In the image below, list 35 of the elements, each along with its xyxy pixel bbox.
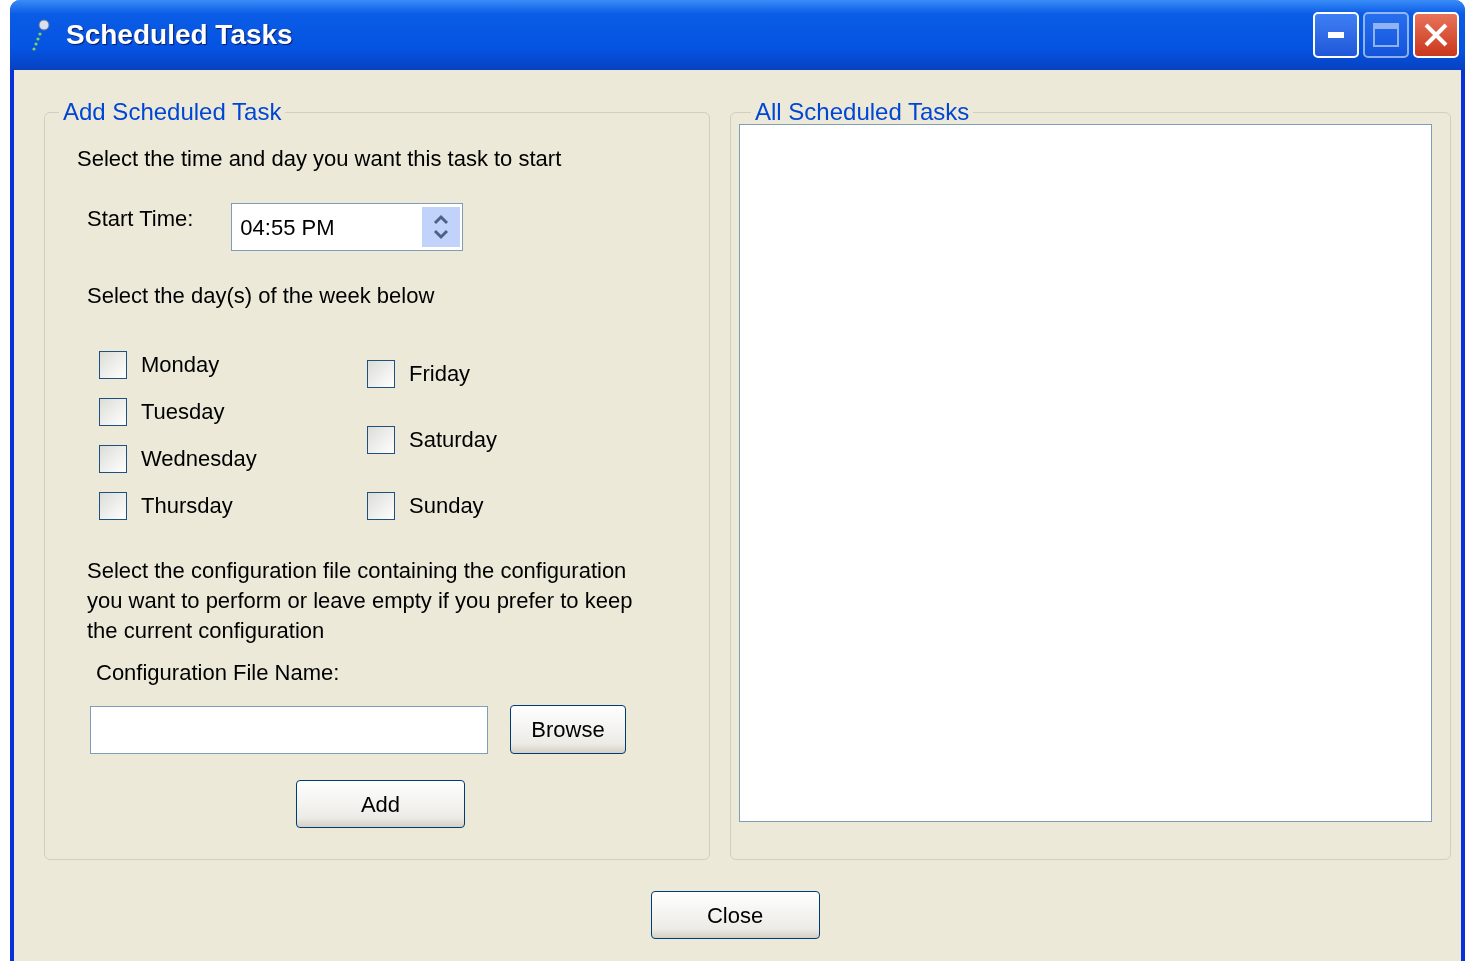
close-window-button[interactable] bbox=[1413, 12, 1459, 58]
add-button[interactable]: Add bbox=[296, 780, 465, 828]
checkbox[interactable] bbox=[367, 359, 395, 388]
window-title: Scheduled Tasks bbox=[66, 18, 293, 52]
wand-icon bbox=[30, 18, 52, 52]
checkbox[interactable] bbox=[99, 444, 127, 473]
field-label: Start Time: bbox=[87, 204, 194, 233]
maximize-button[interactable] bbox=[1363, 12, 1409, 58]
checkbox-label: Sunday bbox=[409, 492, 484, 520]
instruction-text: Select the day(s) of the week below bbox=[87, 282, 436, 310]
instruction-text: Select the time and day you want this task to start bbox=[77, 145, 563, 173]
checkbox-label: Saturday bbox=[409, 426, 498, 454]
panel-title: All Scheduled Tasks bbox=[754, 100, 971, 124]
checkbox-label: Monday bbox=[141, 351, 220, 379]
browse-button[interactable]: Browse bbox=[510, 705, 626, 754]
checkbox[interactable] bbox=[99, 397, 127, 426]
checkbox-label: Friday bbox=[409, 360, 471, 388]
close-icon bbox=[1423, 22, 1449, 48]
checkbox[interactable] bbox=[367, 425, 395, 454]
checkbox-label: Tuesday bbox=[141, 398, 225, 426]
minimize-button[interactable] bbox=[1313, 12, 1359, 58]
checkbox-label: Thursday bbox=[141, 492, 233, 520]
checkbox[interactable] bbox=[99, 491, 127, 520]
field-label: Configuration File Name: bbox=[96, 659, 341, 687]
up-down-arrows-icon bbox=[432, 212, 451, 242]
time-spinner[interactable]: 04:55 PM bbox=[231, 203, 464, 251]
minimize-icon bbox=[1328, 32, 1344, 38]
close-button[interactable]: Close bbox=[650, 891, 820, 939]
instruction-text: Select the configuration file containing the configuration you want to perform or leave empty if you prefer to keep the current configuration bbox=[87, 557, 634, 645]
panel-title: Add Scheduled Task bbox=[62, 100, 283, 124]
file-name-field[interactable] bbox=[90, 705, 488, 754]
checkbox-label: Wednesday bbox=[141, 445, 257, 473]
maximize-icon bbox=[1373, 23, 1399, 47]
checkbox[interactable] bbox=[367, 491, 395, 520]
checkbox[interactable] bbox=[99, 350, 127, 379]
